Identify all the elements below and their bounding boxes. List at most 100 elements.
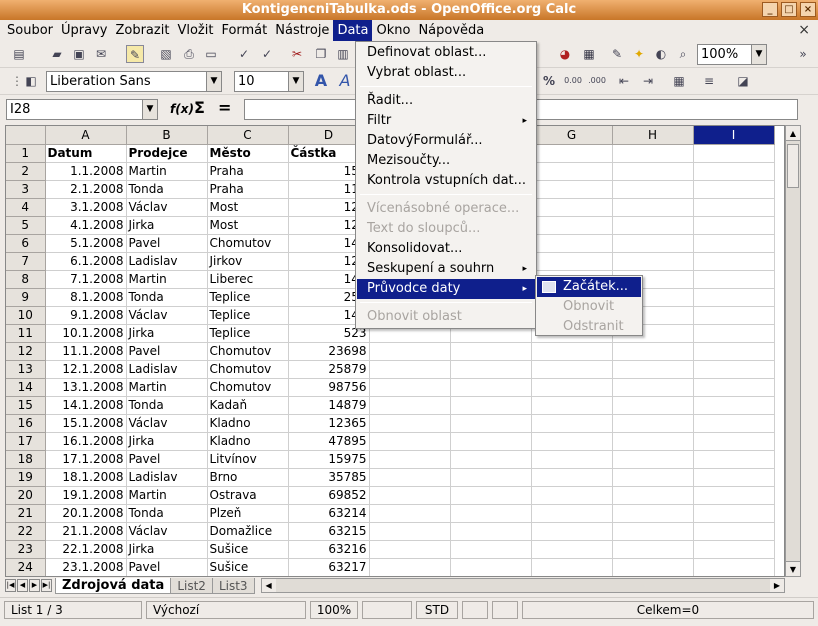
cell[interactable] bbox=[531, 468, 613, 487]
tab-list3[interactable]: List3 bbox=[211, 577, 255, 594]
cell[interactable] bbox=[693, 252, 775, 271]
cell[interactable] bbox=[693, 468, 775, 487]
menu-item-mezisoucty[interactable]: Mezisoučty... bbox=[357, 151, 535, 171]
cell[interactable]: Chomutov bbox=[207, 234, 289, 253]
cell[interactable]: Litvínov bbox=[207, 450, 289, 469]
zoom-select[interactable]: 100% ▼ bbox=[697, 44, 767, 65]
cell[interactable] bbox=[369, 378, 451, 397]
cell[interactable]: Jirkov bbox=[207, 252, 289, 271]
cell[interactable]: Pavel bbox=[126, 342, 208, 361]
cell[interactable] bbox=[612, 486, 694, 505]
menu-item-definovat-oblast[interactable]: Definovat oblast... bbox=[357, 43, 535, 63]
row-header[interactable]: 13 bbox=[6, 360, 46, 379]
cell[interactable]: Tonda bbox=[126, 180, 208, 199]
menu-item-pruvodce-daty[interactable]: Průvodce daty ▸ bbox=[357, 279, 535, 299]
cell[interactable]: Václav bbox=[126, 306, 208, 325]
save-icon[interactable]: ▣ bbox=[70, 45, 88, 63]
cell[interactable]: Most bbox=[207, 216, 289, 235]
cell[interactable]: 20.1.2008 bbox=[45, 504, 127, 523]
column-header-c[interactable]: C bbox=[207, 126, 289, 145]
number-format-icon[interactable]: 0.00 bbox=[564, 72, 582, 90]
toolbar-overflow-icon[interactable]: » bbox=[794, 45, 812, 63]
cell[interactable] bbox=[531, 450, 613, 469]
cell[interactable]: Ladislav bbox=[126, 360, 208, 379]
cell[interactable] bbox=[450, 558, 532, 576]
cell[interactable] bbox=[612, 144, 694, 163]
cell[interactable] bbox=[612, 216, 694, 235]
menu-nastroje[interactable]: Nástroje bbox=[271, 20, 333, 41]
cell[interactable]: 69852 bbox=[288, 486, 370, 505]
scroll-left-icon[interactable]: ◀ bbox=[261, 579, 276, 592]
cell[interactable]: 12.1.2008 bbox=[45, 360, 127, 379]
cell[interactable]: 21.1.2008 bbox=[45, 522, 127, 541]
cell[interactable]: Teplice bbox=[207, 306, 289, 325]
cell[interactable]: 47895 bbox=[288, 432, 370, 451]
last-sheet-icon[interactable]: ▶| bbox=[41, 579, 52, 592]
cell[interactable] bbox=[612, 504, 694, 523]
cell[interactable] bbox=[531, 396, 613, 415]
cell[interactable]: 23698 bbox=[288, 342, 370, 361]
cell[interactable] bbox=[531, 522, 613, 541]
cell[interactable] bbox=[693, 558, 775, 576]
cell[interactable]: 19.1.2008 bbox=[45, 486, 127, 505]
row-header[interactable]: 12 bbox=[6, 342, 46, 361]
cell[interactable] bbox=[531, 180, 613, 199]
cell[interactable]: Martin bbox=[126, 486, 208, 505]
cell[interactable] bbox=[693, 396, 775, 415]
cell[interactable]: Kadaň bbox=[207, 396, 289, 415]
row-header[interactable]: 6 bbox=[6, 234, 46, 253]
cell[interactable] bbox=[693, 414, 775, 433]
cell[interactable]: 23.1.2008 bbox=[45, 558, 127, 576]
cell[interactable] bbox=[612, 342, 694, 361]
cell[interactable]: 16.1.2008 bbox=[45, 432, 127, 451]
cell[interactable]: Martin bbox=[126, 270, 208, 289]
close-document-icon[interactable]: × bbox=[798, 22, 810, 38]
scroll-thumb[interactable] bbox=[787, 144, 799, 188]
menu-item-seskupeni-a-souhrn[interactable]: Seskupení a souhrn ▸ bbox=[357, 259, 535, 279]
navigator-icon[interactable]: ✎ bbox=[608, 45, 626, 63]
cell[interactable]: Teplice bbox=[207, 324, 289, 343]
cell[interactable]: Praha bbox=[207, 180, 289, 199]
minimize-button[interactable]: _ bbox=[762, 2, 778, 17]
cell[interactable] bbox=[369, 450, 451, 469]
cell[interactable] bbox=[612, 414, 694, 433]
page-preview-icon[interactable]: ▭ bbox=[202, 45, 220, 63]
cell[interactable]: Pavel bbox=[126, 450, 208, 469]
cell[interactable] bbox=[450, 486, 532, 505]
row-header[interactable]: 16 bbox=[6, 414, 46, 433]
cell[interactable]: 6.1.2008 bbox=[45, 252, 127, 271]
open-icon[interactable]: ▰ bbox=[48, 45, 66, 63]
chart-icon[interactable]: ◕ bbox=[556, 45, 574, 63]
row-header[interactable]: 10 bbox=[6, 306, 46, 325]
cell[interactable]: 25879 bbox=[288, 360, 370, 379]
cell[interactable]: 35785 bbox=[288, 468, 370, 487]
row-header[interactable]: 8 bbox=[6, 270, 46, 289]
cell[interactable] bbox=[612, 450, 694, 469]
cell[interactable]: Kladno bbox=[207, 414, 289, 433]
row-header[interactable]: 9 bbox=[6, 288, 46, 307]
cell[interactable] bbox=[450, 396, 532, 415]
gallery-icon[interactable]: ✦ bbox=[630, 45, 648, 63]
menu-zobrazit[interactable]: Zobrazit bbox=[111, 20, 173, 41]
cell[interactable]: Václav bbox=[126, 522, 208, 541]
cell[interactable] bbox=[531, 216, 613, 235]
menu-item-konsolidovat[interactable]: Konsolidovat... bbox=[357, 239, 535, 259]
cell[interactable]: 15975 bbox=[288, 450, 370, 469]
cell[interactable]: Martin bbox=[126, 162, 208, 181]
function-wizard-icon[interactable]: f(x) bbox=[170, 102, 194, 116]
cell[interactable]: Ostrava bbox=[207, 486, 289, 505]
row-header[interactable]: 2 bbox=[6, 162, 46, 181]
cell[interactable] bbox=[693, 450, 775, 469]
cell[interactable] bbox=[450, 468, 532, 487]
next-sheet-icon[interactable]: ▶ bbox=[29, 579, 40, 592]
cell[interactable]: Ladislav bbox=[126, 252, 208, 271]
row-header[interactable]: 18 bbox=[6, 450, 46, 469]
cell[interactable] bbox=[693, 234, 775, 253]
row-header[interactable]: 20 bbox=[6, 486, 46, 505]
cell[interactable]: 5.1.2008 bbox=[45, 234, 127, 253]
datapilot-icon[interactable]: ▦ bbox=[580, 45, 598, 63]
menu-item-kontrola-vstupnich-dat[interactable]: Kontrola vstupních dat... bbox=[357, 171, 535, 191]
sum-icon[interactable]: Σ bbox=[194, 98, 205, 117]
menu-data[interactable]: Data bbox=[333, 20, 373, 41]
select-all-corner[interactable] bbox=[6, 126, 46, 145]
